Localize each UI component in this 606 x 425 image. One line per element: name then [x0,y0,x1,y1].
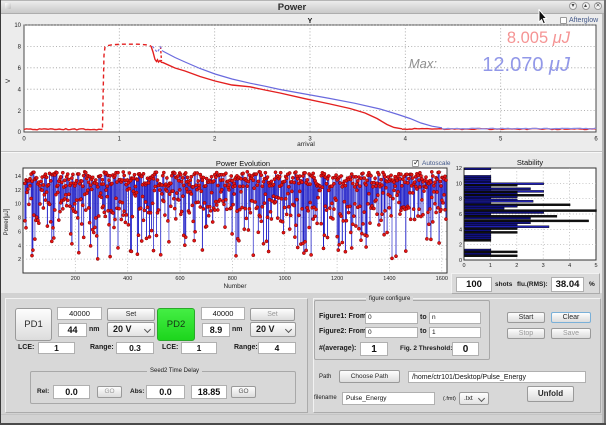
svg-text:6: 6 [18,66,22,72]
svg-text:4: 4 [459,227,462,233]
svg-text:Number: Number [223,283,247,290]
svg-text:8.005 μJ: 8.005 μJ [507,29,571,47]
svg-text:8: 8 [18,45,22,51]
svg-text:5: 5 [499,137,503,143]
svg-text:3: 3 [542,263,545,269]
svg-text:2: 2 [459,243,462,249]
svg-text:2: 2 [515,263,518,269]
svg-text:0: 0 [459,258,462,264]
svg-text:0: 0 [18,130,22,136]
svg-text:4: 4 [568,263,571,269]
svg-text:8: 8 [459,197,462,203]
svg-text:1: 1 [489,263,492,269]
svg-text:0: 0 [22,137,26,143]
svg-text:4: 4 [404,137,408,143]
svg-text:12: 12 [456,166,462,172]
svg-text:0: 0 [462,263,465,269]
svg-text:1: 1 [118,137,122,143]
svg-text:12.070 μJ: 12.070 μJ [482,54,571,76]
svg-text:6: 6 [594,137,598,143]
svg-text:arrival: arrival [297,141,315,148]
svg-text:10: 10 [456,181,462,187]
svg-text:10: 10 [14,23,21,29]
svg-text:6: 6 [459,212,462,218]
svg-text:2: 2 [213,137,217,143]
svg-text:Stability: Stability [517,158,544,167]
svg-text:Max:: Max: [409,56,438,71]
svg-text:2: 2 [18,109,22,115]
svg-text:4: 4 [18,87,22,93]
svg-text:V: V [5,78,12,83]
svg-text:Y: Y [308,18,313,25]
svg-text:5: 5 [594,263,597,269]
